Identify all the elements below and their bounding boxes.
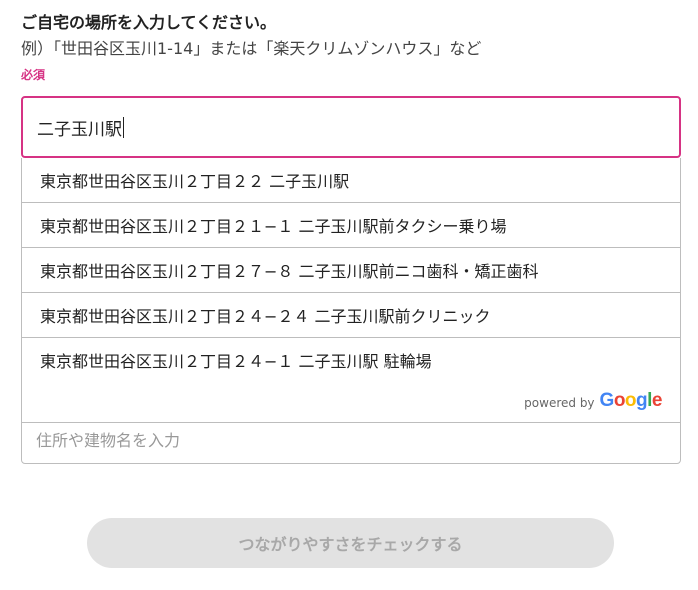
google-logo: Google	[599, 390, 663, 411]
address-input[interactable]: 二子玉川駅	[21, 96, 681, 158]
required-badge: 必須	[21, 68, 46, 82]
check-connectivity-button[interactable]: つながりやすさをチェックする	[87, 518, 614, 568]
suggestion-item[interactable]: 東京都世田谷区玉川２丁目２１−１ 二子玉川駅前タクシー乗り場	[22, 202, 680, 247]
suggestion-item[interactable]: 東京都世田谷区玉川２丁目２７−８ 二子玉川駅前ニコ歯科・矯正歯科	[22, 247, 680, 292]
address-input-value: 二子玉川駅	[37, 119, 122, 140]
suggestion-item[interactable]: 東京都世田谷区玉川２丁目２４−２４ 二子玉川駅前クリニック	[22, 292, 680, 337]
suggestion-item[interactable]: 東京都世田谷区玉川２丁目２２ 二子玉川駅	[22, 158, 680, 202]
powered-by-google: powered by Google	[22, 382, 680, 422]
input-example-hint: 例）「世田谷区玉川1-14」または「楽天クリムゾンハウス」など	[21, 39, 482, 58]
text-caret	[123, 116, 124, 138]
autocomplete-dropdown: 東京都世田谷区玉川２丁目２２ 二子玉川駅 東京都世田谷区玉川２丁目２１−１ 二子…	[21, 158, 681, 423]
powered-by-text: powered by	[524, 396, 595, 410]
suggestion-item[interactable]: 東京都世田谷区玉川２丁目２４−１ 二子玉川駅 駐輪場	[22, 337, 680, 382]
form-title: ご自宅の場所を入力してください。	[21, 13, 277, 32]
